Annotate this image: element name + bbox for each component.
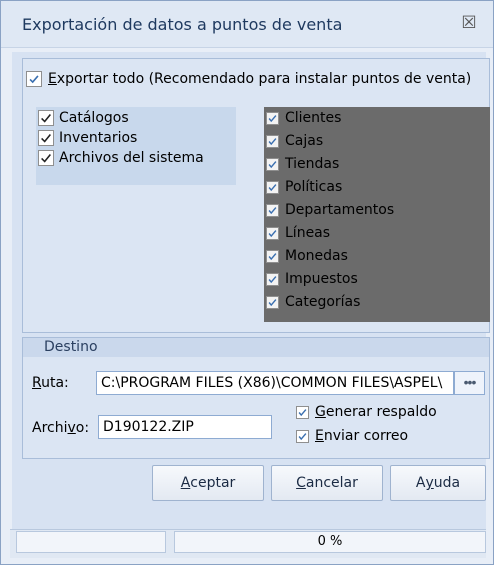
monedas-label: Monedas [285,248,348,264]
browse-button[interactable]: ••• [454,371,485,395]
checkbox-icon[interactable] [26,71,42,87]
checkbox-icon[interactable] [266,134,279,148]
route-input[interactable]: C:\PROGRAM FILES (X86)\COMMON FILES\ASPE… [96,371,454,395]
checkbox-icon[interactable] [296,405,309,419]
categorias-label: Categorías [285,294,361,310]
clientes-label: Clientes [285,110,342,126]
email-checkbox[interactable]: Enviar correo [296,428,408,444]
lineas-label: Líneas [285,225,331,241]
cajas-checkbox[interactable]: Cajas [266,133,323,149]
inventarios-checkbox[interactable]: Inventarios [38,130,137,146]
backup-label: Generar respaldo [315,404,437,420]
window-title: Exportación de datos a puntos de venta [22,15,343,34]
file-input[interactable]: D190122.ZIP [98,415,272,439]
archivos-checkbox[interactable]: Archivos del sistema [38,150,204,166]
categorias-checkbox[interactable]: Categorías [266,294,360,310]
monedas-checkbox[interactable]: Monedas [266,248,348,264]
catalogos-checkbox[interactable]: Catálogos [38,110,129,126]
checkbox-icon[interactable] [266,249,279,263]
checkbox-icon[interactable] [266,272,279,286]
checkbox-icon[interactable] [266,180,279,194]
departamentos-checkbox[interactable]: Departamentos [266,202,394,218]
inventarios-label: Inventarios [59,130,138,146]
backup-checkbox[interactable]: Generar respaldo [296,404,437,420]
checkbox-icon[interactable] [38,110,54,126]
politicas-label: Políticas [285,179,343,195]
help-button[interactable]: Ay uda [390,465,486,501]
cancel-button[interactable]: Cancelar [271,465,383,501]
tiendas-checkbox[interactable]: Tiendas [266,156,339,172]
checkbox-icon[interactable] [266,295,279,309]
progress-bar: 0 % [174,531,486,553]
departamentos-label: Departamentos [285,202,395,218]
impuestos-label: Impuestos [285,271,358,287]
route-label: Ruta: [32,375,69,391]
checkbox-icon[interactable] [266,111,279,125]
export-all-checkbox[interactable]: Exportar todo (Recomendado para instalar… [26,71,471,87]
cajas-label: Cajas [285,133,324,149]
catalogos-label: Catálogos [59,110,129,126]
checkbox-icon[interactable] [38,150,54,166]
email-label: Enviar correo [315,428,409,444]
checkbox-icon[interactable] [266,157,279,171]
checkbox-icon[interactable] [38,130,54,146]
title-bar: Exportación de datos a puntos de venta ☒ [1,1,493,48]
tiendas-label: Tiendas [285,156,340,172]
checkbox-icon[interactable] [266,226,279,240]
clientes-checkbox[interactable]: Clientes [266,110,341,126]
accept-button[interactable]: Aceptar [152,465,264,501]
lineas-checkbox[interactable]: Líneas [266,225,330,241]
impuestos-checkbox[interactable]: Impuestos [266,271,358,287]
archivos-label: Archivos del sistema [59,150,204,166]
close-icon[interactable]: ☒ [459,13,479,33]
export-all-label: Exportar todo (Recomendado para instalar… [48,71,472,87]
file-label: Archivo: [32,420,90,436]
destination-label: Destino [44,339,98,355]
checkbox-icon[interactable] [266,203,279,217]
checkbox-icon[interactable] [296,429,309,443]
politicas-checkbox[interactable]: Políticas [266,179,342,195]
status-panel [16,531,166,553]
